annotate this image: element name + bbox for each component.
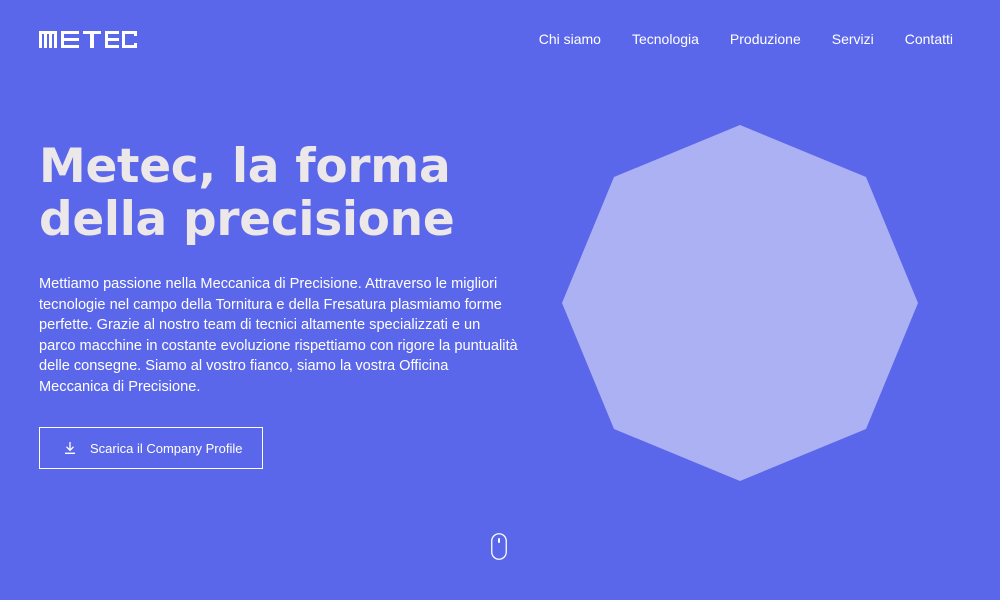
main-nav: Chi siamo Tecnologia Produzione Servizi …: [508, 30, 953, 48]
hero-description: Mettiamo passione nella Meccanica di Pre…: [39, 276, 518, 395]
nav-item-contatti[interactable]: Contatti: [905, 30, 953, 48]
download-button-label: Scarica il Company Profile: [90, 440, 243, 456]
nav-item-produzione[interactable]: Produzione: [730, 30, 801, 48]
page: Chi siamo Tecnologia Produzione Servizi …: [0, 0, 1000, 600]
nav-item-servizi[interactable]: Servizi: [832, 30, 874, 48]
octagon-shape: [562, 125, 918, 481]
nav-item-tecnologia[interactable]: Tecnologia: [632, 30, 699, 48]
download-company-profile-button[interactable]: Scarica il Company Profile: [39, 427, 263, 469]
metec-logo[interactable]: [39, 31, 137, 48]
hero-title: Metec, la forma della precisione: [39, 140, 559, 246]
hero-title-line-2: della precisione: [39, 192, 455, 247]
download-icon: [65, 442, 75, 454]
hero-title-line-1: Metec, la forma: [39, 139, 451, 194]
mouse-scroll-icon[interactable]: [491, 533, 507, 560]
nav-item-chi-siamo[interactable]: Chi siamo: [539, 30, 601, 48]
